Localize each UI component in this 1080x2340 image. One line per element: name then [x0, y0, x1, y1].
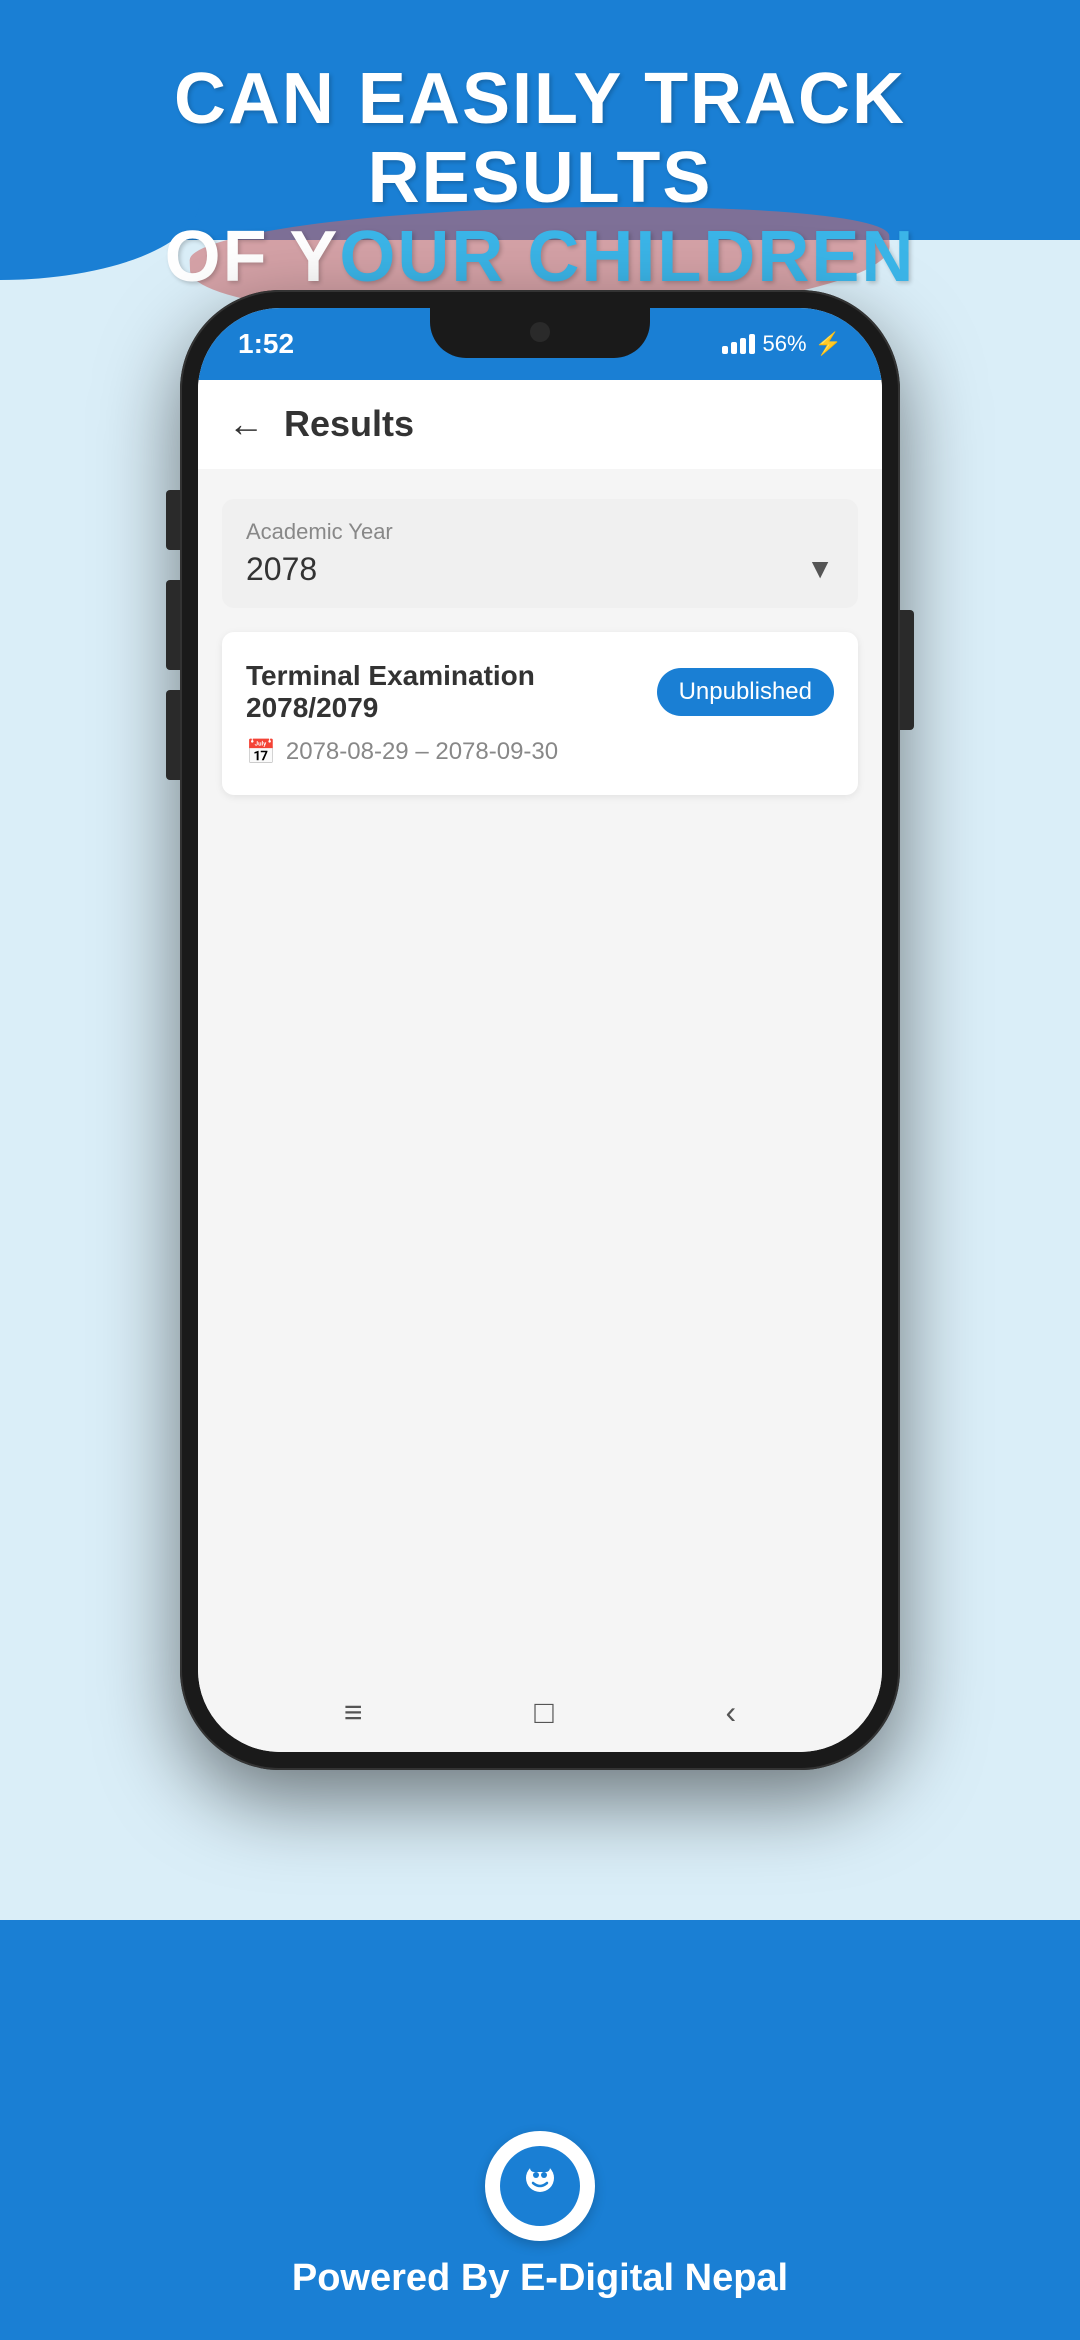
signal-bar-3 [740, 338, 746, 354]
signal-bar-2 [731, 342, 737, 354]
status-time: 1:52 [238, 328, 294, 360]
exam-name: Terminal Examination 2078/2079 [246, 660, 657, 724]
academic-year-value: 2078 [246, 551, 317, 588]
header-line2-part1: OF Y [165, 217, 340, 297]
header-line1: CAN EASILY TRACK RESULTS [60, 60, 1020, 218]
logo-avatar-icon [510, 2156, 570, 2216]
dropdown-arrow-icon: ▼ [806, 553, 834, 585]
exam-card[interactable]: Terminal Examination 2078/2079 Unpublish… [222, 632, 858, 795]
content-area: Academic Year 2078 ▼ Terminal Examinatio… [198, 469, 882, 1673]
menu-nav-icon[interactable]: ≡ [344, 1694, 363, 1731]
header-section: CAN EASILY TRACK RESULTS OF YOUR CHILDRE… [0, 60, 1080, 298]
app-screen: ← Results Academic Year 2078 ▼ [198, 380, 882, 1752]
phone-button-vol-up [166, 580, 180, 670]
phone-button-mute [166, 490, 180, 550]
home-nav-icon[interactable]: □ [534, 1694, 553, 1731]
exam-dates: 📅 2078-08-29 – 2078-09-30 [246, 738, 834, 767]
calendar-icon: 📅 [246, 738, 276, 767]
main-content: Academic Year 2078 ▼ Terminal Examinatio… [198, 469, 882, 1673]
app-bar-title: Results [284, 403, 414, 445]
phone-button-vol-down [166, 690, 180, 780]
notch [430, 308, 650, 358]
camera [530, 322, 550, 342]
header-line2-highlight: OUR CHILDREN [339, 217, 915, 297]
exam-card-header: Terminal Examination 2078/2079 Unpublish… [246, 660, 834, 724]
app-bar: ← Results [198, 380, 882, 469]
footer: Powered By E-Digital Nepal [0, 2131, 1080, 2300]
bottom-nav: ≡ □ ‹ [198, 1673, 882, 1752]
signal-bar-4 [749, 334, 755, 354]
signal-bar-1 [722, 346, 728, 354]
header-line2: OF YOUR CHILDREN [60, 218, 1020, 297]
status-bar: 1:52 56% ⚡ [198, 308, 882, 380]
phone-outer: 1:52 56% ⚡ [180, 290, 900, 1770]
footer-logo-inner [500, 2146, 580, 2226]
back-button[interactable]: ← [228, 403, 264, 445]
phone-screen: 1:52 56% ⚡ [198, 308, 882, 1752]
year-select-row: 2078 ▼ [246, 551, 834, 588]
charging-icon: ⚡ [815, 331, 842, 357]
battery-percent: 56% [763, 331, 807, 357]
phone-mockup: 1:52 56% ⚡ [180, 290, 900, 1770]
academic-year-dropdown[interactable]: Academic Year 2078 ▼ [222, 499, 858, 608]
phone-button-power [900, 610, 914, 730]
status-icons: 56% ⚡ [722, 331, 842, 357]
academic-year-label: Academic Year [246, 519, 834, 545]
signal-bars [722, 334, 755, 354]
footer-text: Powered By E-Digital Nepal [0, 2257, 1080, 2300]
back-nav-icon[interactable]: ‹ [725, 1694, 736, 1731]
exam-date-range: 2078-08-29 – 2078-09-30 [286, 738, 558, 766]
footer-logo [485, 2131, 595, 2241]
status-badge: Unpublished [657, 668, 834, 716]
